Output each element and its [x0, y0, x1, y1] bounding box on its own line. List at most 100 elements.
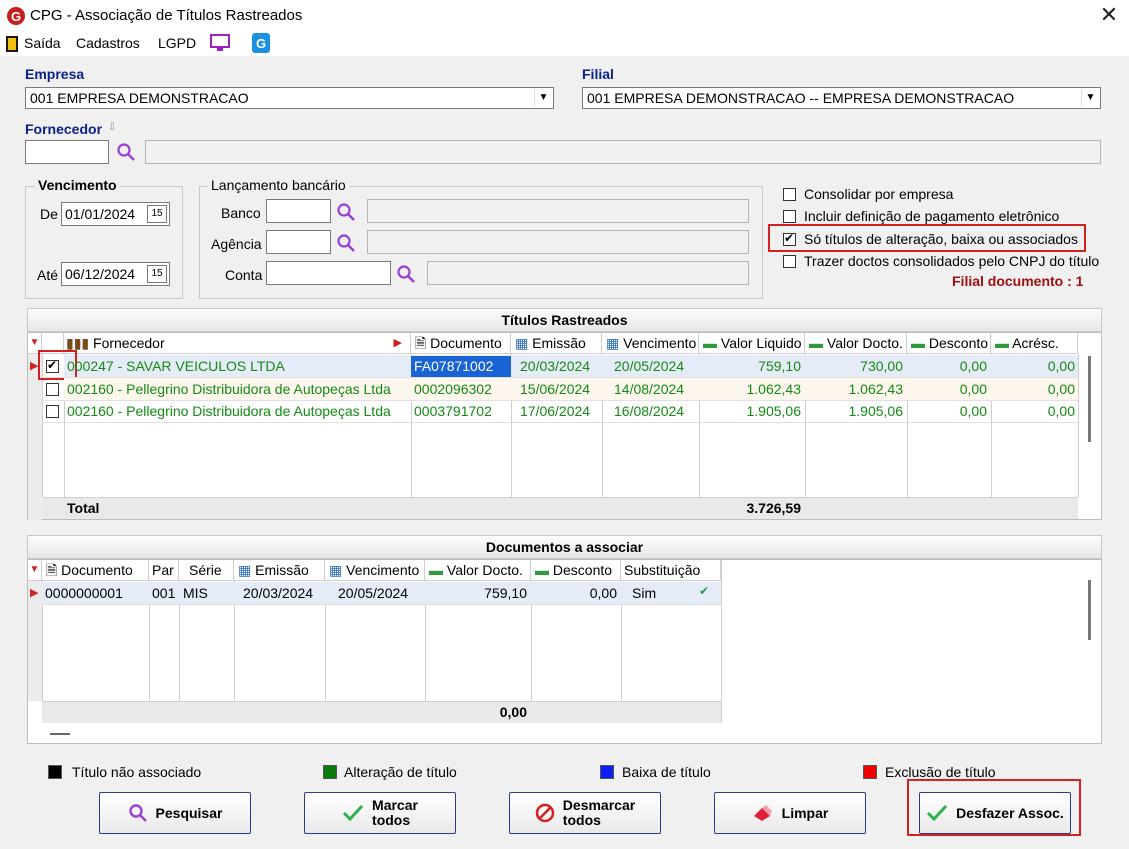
search-icon[interactable] — [396, 264, 416, 284]
header-valor-liquido[interactable]: ▬ Valor Liquido — [699, 333, 805, 354]
row-checkbox[interactable] — [46, 405, 59, 418]
desmarcar-label-1: Desmarcar — [562, 797, 636, 813]
row-desconto: 0,00 — [959, 358, 987, 374]
option-pagamento-eletronico-checkbox[interactable] — [783, 210, 796, 223]
agencia-label: Agência — [211, 236, 262, 252]
option-so-titulos-label[interactable]: Só títulos de alteração, baixa ou associ… — [804, 231, 1078, 247]
doc-header-par[interactable]: Par — [149, 560, 179, 581]
row-checkbox[interactable] — [46, 383, 59, 396]
option-so-titulos-checkbox[interactable] — [783, 231, 796, 246]
lancamento-title: Lançamento bancário — [208, 177, 349, 193]
banco-input[interactable] — [266, 199, 331, 223]
doc-header-valor-docto-label: Valor Docto. — [446, 562, 523, 578]
doc-header-documento[interactable]: 🗎 Documento — [42, 560, 149, 581]
vencimento-from-label: De — [40, 206, 58, 222]
doc-header-desconto[interactable]: ▬ Desconto — [531, 560, 621, 581]
vencimento-title: Vencimento — [35, 177, 120, 193]
header-emissao[interactable]: ▦ Emissão — [511, 333, 602, 354]
titulos-panel-title: Títulos Rastreados — [27, 308, 1102, 332]
doc-header-vencimento-label: Vencimento — [346, 562, 420, 578]
header-desconto[interactable]: ▬ Desconto — [907, 333, 991, 354]
row-indicator-column — [28, 581, 42, 701]
current-row-arrow-icon: ▶ — [30, 587, 39, 599]
row-valor-liquido: 759,10 — [758, 358, 801, 374]
doc-header-serie[interactable]: Série — [179, 560, 234, 581]
doc-header-vencimento[interactable]: ▦ Vencimento — [325, 560, 425, 581]
chevron-down-icon[interactable]: ▼ — [1081, 89, 1099, 107]
option-pagamento-eletronico-label[interactable]: Incluir definição de pagamento eletrônic… — [804, 208, 1059, 224]
doc-header-emissao-label: Emissão — [255, 562, 309, 578]
row-emissao: 20/03/2024 — [520, 358, 591, 374]
search-icon[interactable] — [336, 233, 356, 253]
conta-input[interactable] — [266, 261, 391, 285]
header-valor-liquido-label: Valor Liquido — [720, 335, 802, 351]
exit-door-icon[interactable] — [5, 35, 19, 53]
filial-combo[interactable]: 001 EMPRESA DEMONSTRACAO -- EMPRESA DEMO… — [582, 87, 1101, 109]
calendar-icon[interactable]: 15 — [147, 205, 167, 223]
doc-row-documento: 0000000001 — [45, 585, 123, 601]
row-documento: 0003791702 — [414, 403, 492, 419]
search-icon[interactable] — [116, 142, 136, 162]
sort-down-icon[interactable]: ▼ — [28, 560, 42, 581]
titulos-scrollbar[interactable] — [1088, 356, 1091, 442]
header-vencimento-label: Vencimento — [623, 335, 697, 351]
menu-lgpd[interactable]: LGPD — [158, 35, 196, 51]
row-documento: 0002096302 — [414, 381, 492, 397]
header-acresc[interactable]: ▬ Acrésc. — [991, 333, 1078, 354]
chevron-down-icon[interactable]: ▼ — [534, 89, 552, 107]
pesquisar-button[interactable]: Pesquisar — [99, 792, 251, 834]
doc-header-emissao[interactable]: ▦ Emissão — [234, 560, 325, 581]
search-icon[interactable] — [336, 202, 356, 222]
agencia-input[interactable] — [266, 230, 331, 254]
filial-label: Filial — [582, 66, 614, 82]
splitter-handle[interactable] — [50, 733, 70, 735]
marcar-label-2: todos — [372, 812, 411, 828]
doc-header-documento-label: Documento — [61, 562, 133, 578]
doc-header-substituicao[interactable]: Substituição — [621, 560, 721, 581]
titulos-total-label: Total — [67, 500, 100, 516]
vencimento-to-input[interactable]: 06/12/2024 15 — [61, 262, 170, 286]
row-valor-docto: 730,00 — [860, 358, 903, 374]
app-logo-icon: G — [7, 7, 25, 25]
header-valor-docto-label: Valor Docto. — [826, 335, 903, 351]
header-desconto-label: Desconto — [928, 335, 989, 351]
legend-swatch-nao-associado — [48, 765, 62, 779]
header-fornecedor[interactable]: ▮▮▮ Fornecedor ▶ — [64, 333, 411, 354]
legend-swatch-alteracao — [323, 765, 337, 779]
limpar-button[interactable]: Limpar — [714, 792, 866, 834]
calendar-icon[interactable]: 15 — [147, 265, 167, 283]
monitor-icon[interactable] — [210, 34, 230, 52]
vencimento-from-input[interactable]: 01/01/2024 15 — [61, 202, 170, 226]
row-emissao: 17/06/2024 — [520, 403, 591, 419]
documentos-empty-area — [721, 560, 1081, 723]
menu-exit[interactable]: Saída — [24, 35, 61, 51]
fornecedor-name-field — [145, 140, 1101, 164]
option-consolidar-label[interactable]: Consolidar por empresa — [804, 186, 953, 202]
agencia-name-field — [367, 230, 749, 254]
row-valor-liquido: 1.062,43 — [746, 381, 802, 397]
g-app-icon[interactable]: G — [252, 33, 270, 53]
close-icon[interactable]: ✕ — [1096, 2, 1122, 28]
check-icon: ✔ — [699, 584, 710, 598]
row-documento[interactable]: FA07871002 — [411, 356, 511, 377]
option-cnpj-label[interactable]: Trazer doctos consolidados pelo CNPJ do … — [804, 253, 1099, 269]
marcar-todos-button[interactable]: Marcar todos — [304, 792, 456, 834]
empresa-combo[interactable]: 001 EMPRESA DEMONSTRACAO ▼ — [25, 87, 554, 109]
filial-value: 001 EMPRESA DEMONSTRACAO -- EMPRESA DEMO… — [587, 90, 1015, 106]
header-vencimento[interactable]: ▦ Vencimento — [602, 333, 699, 354]
row-divider — [42, 422, 1078, 423]
fornecedor-code-input[interactable] — [25, 140, 109, 164]
menu-registers[interactable]: Cadastros — [76, 35, 140, 51]
vencimento-from-value: 01/01/2024 — [65, 206, 136, 222]
option-cnpj-checkbox[interactable] — [783, 255, 796, 268]
col-divider — [1078, 354, 1079, 497]
header-acresc-label: Acrésc. — [1012, 335, 1059, 351]
header-valor-docto[interactable]: ▬ Valor Docto. — [805, 333, 907, 354]
documentos-scrollbar[interactable] — [1088, 580, 1091, 640]
option-consolidar-checkbox[interactable] — [783, 188, 796, 201]
desmarcar-todos-button[interactable]: Desmarcar todos — [509, 792, 661, 834]
conta-label: Conta — [225, 267, 263, 283]
doc-header-valor-docto[interactable]: ▬ Valor Docto. — [425, 560, 531, 581]
desfazer-assoc-button[interactable]: Desfazer Assoc. — [919, 792, 1071, 834]
header-documento[interactable]: 🗎 Documento — [411, 333, 511, 354]
